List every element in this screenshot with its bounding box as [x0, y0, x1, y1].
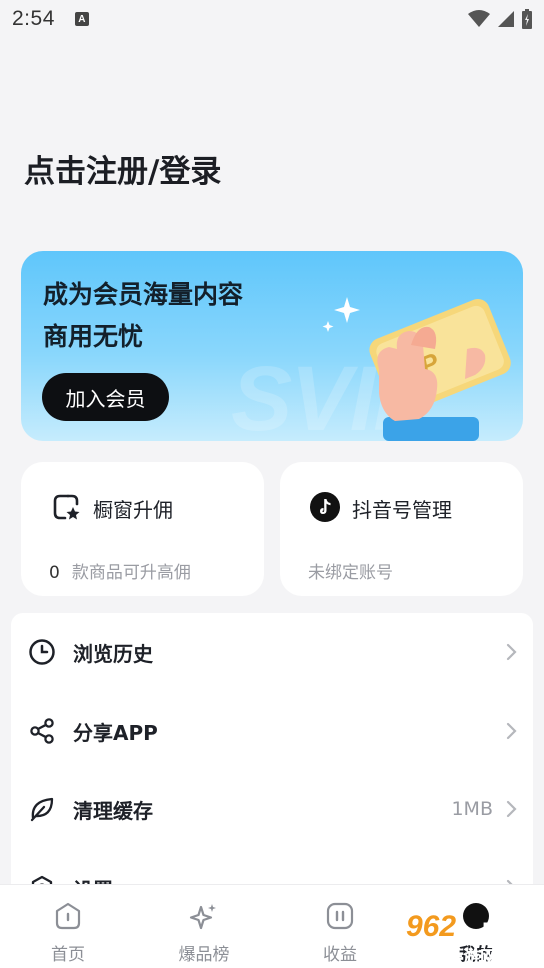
window-commission-subtitle: 0 款商品可升高佣: [49, 558, 191, 583]
tab-label-home: 首页: [51, 945, 85, 965]
vip-slogan-line2: 商用无忧: [43, 322, 144, 351]
vip-banner[interactable]: SVIP 成为会员海量内容 商用无忧 加入会员 VIP: [21, 251, 523, 441]
douyin-account-status: 未绑定账号: [308, 563, 393, 583]
tab-hot-products[interactable]: 爆品榜: [136, 885, 272, 968]
chevron-right-icon: [506, 722, 517, 740]
watermark-brand: 962: [406, 910, 457, 943]
tab-label-hot-products: 爆品榜: [178, 945, 230, 965]
vip-slogan-line1: 成为会员海量内容: [43, 280, 244, 309]
settings-menu-list: 浏览历史 分享APP 清理缓存 1MB 设置: [11, 613, 533, 913]
site-watermark: 962 .NET 乐游网: [406, 910, 544, 968]
tiktok-logo-icon: [310, 492, 340, 522]
cache-size-value: 1MB: [451, 798, 493, 820]
upgradable-product-text: 款商品可升高佣: [71, 563, 191, 583]
chevron-right-icon: [506, 800, 517, 818]
login-register-title[interactable]: 点击注册/登录: [24, 146, 221, 191]
status-time: 2:54: [12, 7, 55, 30]
menu-label-share: 分享APP: [73, 720, 158, 745]
status-indicators: [468, 9, 532, 29]
home-icon: [55, 902, 81, 930]
tab-home[interactable]: 首页: [0, 885, 136, 968]
earnings-icon: [326, 902, 354, 930]
share-icon: [30, 718, 54, 744]
window-commission-card[interactable]: 橱窗升佣 0 款商品可升高佣: [21, 462, 264, 596]
tab-earnings[interactable]: 收益: [272, 885, 408, 968]
window-commission-title: 橱窗升佣: [93, 498, 173, 522]
join-membership-button[interactable]: 加入会员: [42, 373, 169, 421]
menu-item-share[interactable]: 分享APP: [11, 701, 533, 761]
menu-label-history: 浏览历史: [73, 641, 153, 666]
chevron-right-icon: [506, 643, 517, 661]
watermark-sub: 乐游网: [446, 948, 497, 968]
watermark-net: .NET: [476, 918, 527, 943]
menu-item-clear-cache[interactable]: 清理缓存 1MB: [11, 779, 533, 839]
signal-icon: [498, 11, 514, 27]
douyin-account-card[interactable]: 抖音号管理 未绑定账号: [280, 462, 523, 596]
menu-label-clear-cache: 清理缓存: [73, 798, 153, 823]
douyin-account-title: 抖音号管理: [352, 498, 452, 522]
sparkle-icon: [189, 904, 216, 930]
wifi-icon: [468, 10, 490, 27]
shop-window-star-icon: [53, 494, 80, 520]
upgradable-product-count: 0: [49, 563, 60, 583]
notification-icon: A: [74, 12, 89, 26]
battery-icon: [522, 9, 532, 29]
status-bar: 2:54 A: [0, 0, 544, 38]
menu-item-history[interactable]: 浏览历史: [11, 622, 533, 682]
clock-icon: [29, 639, 55, 665]
tab-label-earnings: 收益: [323, 945, 357, 965]
vip-card-hand-illustration: VIP: [322, 297, 511, 441]
leaf-icon: [30, 797, 54, 822]
